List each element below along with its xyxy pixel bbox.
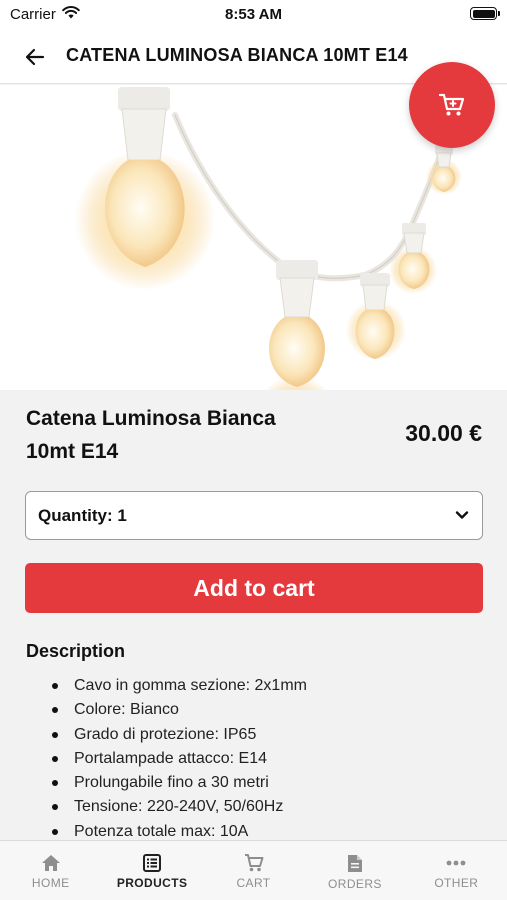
document-icon [347,855,362,872]
status-bar: Carrier 8:53 AM [0,0,507,30]
cart-icon [244,854,264,872]
description-item: Cavo in gomma sezione: 2x1mm [52,674,472,698]
list-icon [143,854,162,872]
description-title: Description [26,641,126,661]
tab-products-label: PRODUCTS [116,876,188,890]
clock: 8:53 AM [225,6,282,23]
description-item: Prolungabile fino a 30 metri [52,771,472,795]
tab-other-label: OTHER [434,876,479,890]
tab-cart[interactable]: CART [203,841,304,900]
page-title: CATENA LUMINOSA BIANCA 10MT E14 [66,45,408,65]
description-item: Portalampade attacco: E14 [52,747,472,771]
tab-orders[interactable]: ORDERS [304,841,405,900]
back-arrow-icon [25,48,45,66]
tab-cart-label: CART [236,876,271,890]
quantity-label: Quantity: 1 [38,506,127,525]
tab-home[interactable]: HOME [0,841,101,900]
cart-icon [439,93,465,116]
description-item: Grado di protezione: IP65 [52,723,472,747]
chevron-down-icon [455,511,469,519]
more-icon [446,860,466,866]
product-name: Catena Luminosa Bianca 10mt E14 [26,407,276,463]
description-item: Tensione: 220-240V, 50/60Hz [52,795,472,819]
tab-other[interactable]: OTHER [406,841,507,900]
tab-home-label: HOME [31,876,70,890]
tab-orders-label: ORDERS [328,877,382,891]
tab-bar: HOME PRODUCTS CART ORDERS OTHER [0,840,507,900]
tab-products[interactable]: PRODUCTS [101,841,202,900]
back-button[interactable] [20,42,50,72]
quantity-select[interactable]: Quantity: 1 [25,491,483,540]
add-to-cart-button[interactable]: Add to cart [25,563,483,613]
product-price: 30.00 € [405,420,482,446]
home-icon [41,855,60,871]
battery-icon [470,7,500,20]
floating-cart-button[interactable] [409,62,495,148]
description-item: Colore: Bianco [52,698,472,722]
description-list: Cavo in gomma sezione: 2x1mm Colore: Bia… [52,674,472,844]
